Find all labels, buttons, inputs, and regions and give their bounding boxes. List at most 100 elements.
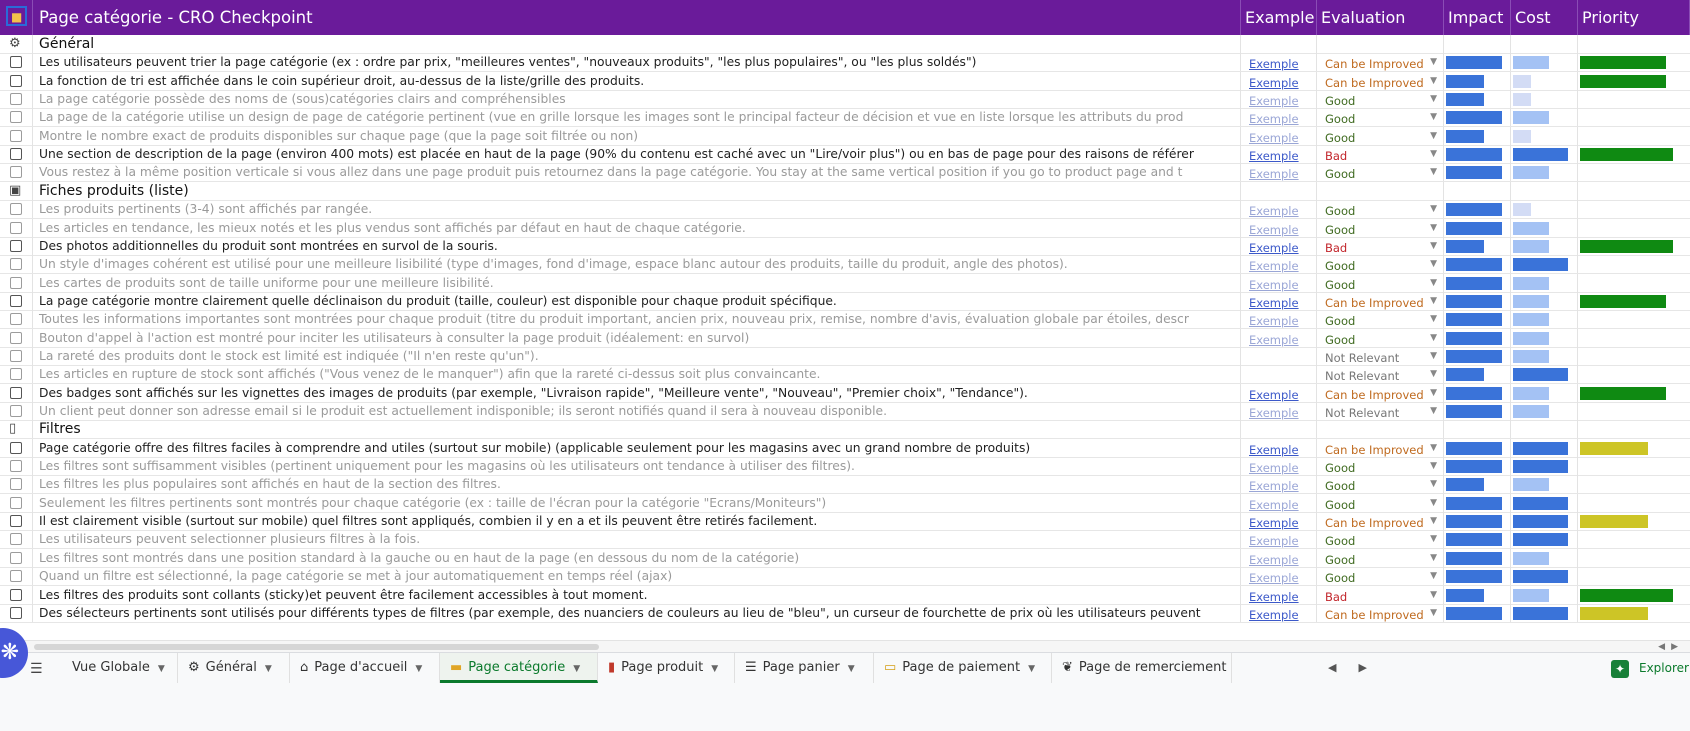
chevron-down-icon[interactable]: ▼ xyxy=(1430,53,1437,71)
example-link[interactable]: Exemple xyxy=(1241,223,1299,237)
row-checkbox[interactable] xyxy=(10,588,22,601)
example-link[interactable]: Exemple xyxy=(1241,131,1299,145)
example-link[interactable]: Exemple xyxy=(1241,406,1299,420)
row-checkbox[interactable] xyxy=(10,56,22,69)
row-checkbox[interactable] xyxy=(10,239,22,252)
col-header-evaluation[interactable]: Evaluation xyxy=(1317,0,1444,35)
tab-page-d-accueil[interactable]: ⌂ Page d'accueil ▼ xyxy=(290,653,440,683)
row-checkbox[interactable] xyxy=(10,276,22,289)
example-link[interactable]: Exemple xyxy=(1241,296,1299,310)
tab-page-panier[interactable]: ☰ Page panier ▼ xyxy=(735,653,874,683)
chevron-down-icon[interactable]: ▼ xyxy=(1430,310,1437,328)
all-sheets-menu-icon[interactable]: ☰ xyxy=(30,661,43,677)
row-checkbox[interactable] xyxy=(10,349,22,362)
evaluation-dropdown[interactable]: Can be Improved ▼ xyxy=(1317,291,1444,310)
row-checkbox[interactable] xyxy=(10,203,22,216)
row-checkbox[interactable] xyxy=(10,331,22,344)
evaluation-dropdown[interactable]: Good ▼ xyxy=(1317,310,1444,329)
row-checkbox[interactable] xyxy=(10,496,22,509)
chevron-down-icon[interactable]: ▼ xyxy=(1430,512,1437,530)
row-checkbox[interactable] xyxy=(10,478,22,491)
evaluation-dropdown[interactable]: Good ▼ xyxy=(1317,163,1444,182)
row-checkbox[interactable] xyxy=(10,294,22,307)
chevron-down-icon[interactable]: ▼ xyxy=(1430,108,1437,126)
row-checkbox[interactable] xyxy=(10,111,22,124)
chevron-down-icon[interactable]: ▼ xyxy=(1430,604,1437,622)
example-link[interactable] xyxy=(1241,351,1249,365)
chevron-down-icon[interactable]: ▼ xyxy=(1430,292,1437,310)
example-link[interactable]: Exemple xyxy=(1241,76,1299,90)
tab-page-de-remerciement[interactable]: ❦ Page de remerciement xyxy=(1052,653,1232,683)
chevron-down-icon[interactable]: ▼ xyxy=(1430,475,1437,493)
row-checkbox[interactable] xyxy=(10,570,22,583)
evaluation-dropdown[interactable]: Not Relevant ▼ xyxy=(1317,365,1444,384)
chevron-down-icon[interactable]: ▼ xyxy=(1430,530,1437,548)
chevron-down-icon[interactable]: ▼ xyxy=(1430,567,1437,585)
evaluation-dropdown[interactable]: Good ▼ xyxy=(1317,328,1444,347)
row-checkbox[interactable] xyxy=(10,129,22,142)
row-checkbox[interactable] xyxy=(10,386,22,399)
example-link[interactable]: Exemple xyxy=(1241,259,1299,273)
chevron-down-icon[interactable]: ▼ xyxy=(415,664,422,674)
chevron-down-icon[interactable]: ▼ xyxy=(1430,439,1437,457)
row-checkbox[interactable] xyxy=(10,551,22,564)
chevron-down-icon[interactable]: ▼ xyxy=(1430,586,1437,604)
evaluation-dropdown[interactable]: Good ▼ xyxy=(1317,255,1444,274)
evaluation-dropdown[interactable]: Can be Improved ▼ xyxy=(1317,603,1444,622)
row-checkbox[interactable] xyxy=(10,258,22,271)
tab-page-produit[interactable]: ▮ Page produit ▼ xyxy=(598,653,735,683)
tab-page-de-paiement[interactable]: ▭ Page de paiement ▼ xyxy=(874,653,1052,683)
example-link[interactable]: Exemple xyxy=(1241,516,1299,530)
example-link[interactable]: Exemple xyxy=(1241,167,1299,181)
chevron-down-icon[interactable]: ▼ xyxy=(1430,200,1437,218)
tab-scroll-arrows[interactable]: ◀▶ xyxy=(1328,653,1389,683)
evaluation-dropdown[interactable]: Good ▼ xyxy=(1317,548,1444,567)
evaluation-dropdown[interactable]: Can be Improved ▼ xyxy=(1317,71,1444,90)
chevron-down-icon[interactable]: ▼ xyxy=(158,664,165,674)
example-link[interactable]: Exemple xyxy=(1241,94,1299,108)
chevron-down-icon[interactable]: ▼ xyxy=(1430,329,1437,347)
evaluation-dropdown[interactable]: Good ▼ xyxy=(1317,530,1444,549)
chevron-down-icon[interactable]: ▼ xyxy=(265,664,272,674)
tab-g-n-ral[interactable]: ⚙ Général ▼ xyxy=(178,653,290,683)
row-checkbox[interactable] xyxy=(10,515,22,528)
evaluation-dropdown[interactable]: Can be Improved ▼ xyxy=(1317,438,1444,457)
chevron-down-icon[interactable]: ▼ xyxy=(1430,127,1437,145)
chevron-down-icon[interactable]: ▼ xyxy=(1430,163,1437,181)
row-checkbox[interactable] xyxy=(10,368,22,381)
chevron-down-icon[interactable]: ▼ xyxy=(1430,274,1437,292)
evaluation-dropdown[interactable]: Good ▼ xyxy=(1317,475,1444,494)
chevron-down-icon[interactable]: ▼ xyxy=(1430,72,1437,90)
example-link[interactable]: Exemple xyxy=(1241,534,1299,548)
row-checkbox[interactable] xyxy=(10,74,22,87)
evaluation-dropdown[interactable]: Can be Improved ▼ xyxy=(1317,53,1444,72)
row-checkbox[interactable] xyxy=(10,606,22,619)
example-link[interactable]: Exemple xyxy=(1241,57,1299,71)
tab-page-cat-gorie[interactable]: ▬ Page catégorie ▼ xyxy=(440,653,598,683)
row-checkbox[interactable] xyxy=(10,93,22,106)
evaluation-dropdown[interactable]: Good ▼ xyxy=(1317,90,1444,109)
example-link[interactable]: Exemple xyxy=(1241,443,1299,457)
evaluation-dropdown[interactable]: Bad ▼ xyxy=(1317,585,1444,604)
example-link[interactable]: Exemple xyxy=(1241,333,1299,347)
chevron-down-icon[interactable]: ▼ xyxy=(1430,90,1437,108)
evaluation-dropdown[interactable]: Good ▼ xyxy=(1317,273,1444,292)
example-link[interactable]: Exemple xyxy=(1241,590,1299,604)
evaluation-dropdown[interactable]: Good ▼ xyxy=(1317,457,1444,476)
example-link[interactable]: Exemple xyxy=(1241,278,1299,292)
row-checkbox[interactable] xyxy=(10,405,22,417)
example-link[interactable]: Exemple xyxy=(1241,112,1299,126)
example-link[interactable]: Exemple xyxy=(1241,461,1299,475)
example-link[interactable]: Exemple xyxy=(1241,608,1299,622)
selected-cell[interactable]: ■ xyxy=(6,6,27,26)
sheet-title[interactable]: Page catégorie - CRO Checkpoint xyxy=(33,0,1241,35)
example-link[interactable]: Exemple xyxy=(1241,571,1299,585)
example-link[interactable]: Exemple xyxy=(1241,149,1299,163)
chevron-down-icon[interactable]: ▼ xyxy=(1430,365,1437,383)
chevron-down-icon[interactable]: ▼ xyxy=(573,664,580,674)
chevron-down-icon[interactable]: ▼ xyxy=(1430,255,1437,273)
scrollbar-thumb[interactable] xyxy=(34,644,599,650)
chevron-down-icon[interactable]: ▼ xyxy=(711,664,718,674)
example-link[interactable]: Exemple xyxy=(1241,388,1299,402)
example-link[interactable]: Exemple xyxy=(1241,241,1299,255)
